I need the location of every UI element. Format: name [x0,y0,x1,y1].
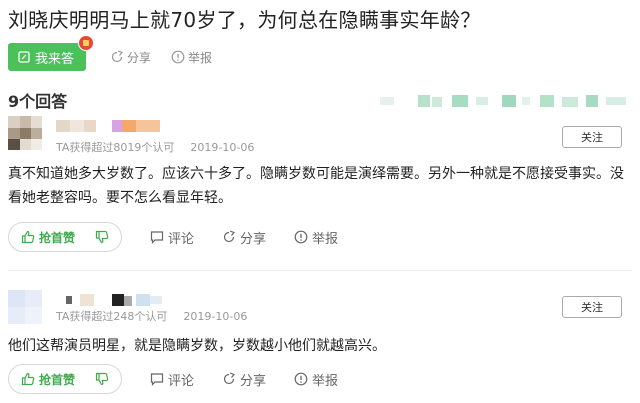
comment-label: 评论 [168,231,195,247]
report-icon [171,50,185,64]
answers-count: 9个回答 [8,92,68,111]
red-packet-icon [78,35,94,51]
answer-content: 真不知道她多大岁数了。应该六十多了。隐瞒岁数可能是演绎需要。另外一种就是不愿接受… [8,166,624,206]
mosaic-strip [380,92,630,107]
thumb-down-icon[interactable] [95,230,109,244]
first-like-label[interactable]: 抢首赞 [39,371,75,388]
question-report-label: 举报 [188,50,213,65]
comment-icon [150,372,164,386]
answer-content: 他们这帮演员明星，就是隐瞒岁数，岁数越小他们就越高兴。 [8,338,386,354]
share-label: 分享 [240,231,267,247]
pen-icon [18,51,30,63]
author-credit: TA获得超过248个认可 [56,310,168,323]
report-button[interactable]: 举报 [294,370,338,389]
answer-meta: TA获得超过248个认可 2019-10-06 [56,308,247,324]
thumb-down-icon[interactable] [95,372,109,386]
answer-date: 2019-10-06 [183,310,248,323]
question-title: 刘晓庆明明马上就70岁了，为何总在隐瞒事实年龄？ [8,8,481,32]
answer-date: 2019-10-06 [190,141,255,154]
question-share-link[interactable]: 分享 [110,49,151,66]
question-actions: 我来答 分享 举报 [8,35,212,71]
author-credit: TA获得超过8019个认可 [56,141,175,154]
report-icon [294,230,308,244]
answer-actions: 抢首赞 评论 分享 举报 [8,364,338,394]
answer-meta: TA获得超过8019个认可 2019-10-06 [56,139,254,155]
report-label: 举报 [312,231,339,247]
username-mosaic [56,117,160,132]
share-icon [110,50,124,64]
follow-button[interactable]: 关注 [562,296,622,318]
comment-button[interactable]: 评论 [150,370,194,389]
answer-button[interactable]: 我来答 [8,35,94,71]
thumb-up-icon[interactable] [21,230,35,244]
question-report-link[interactable]: 举报 [171,49,212,66]
share-icon [222,230,236,244]
follow-button[interactable]: 关注 [562,126,622,148]
username-mosaic [56,291,164,306]
thumb-up-icon[interactable] [21,372,35,386]
report-icon [294,372,308,386]
question-share-label: 分享 [127,50,152,65]
like-box: 抢首赞 [8,364,122,394]
first-like-label[interactable]: 抢首赞 [39,229,75,246]
answer-actions: 抢首赞 评论 分享 举报 [8,222,338,252]
comment-icon [150,230,164,244]
comment-label: 评论 [168,373,195,389]
report-button[interactable]: 举报 [294,228,338,247]
divider [8,270,632,271]
like-box: 抢首赞 [8,222,122,252]
comment-button[interactable]: 评论 [150,228,194,247]
share-label: 分享 [240,373,267,389]
avatar[interactable] [8,116,42,150]
share-icon [222,372,236,386]
share-button[interactable]: 分享 [222,228,266,247]
avatar[interactable] [8,290,42,324]
answer-button-label: 我来答 [35,51,75,67]
report-label: 举报 [312,373,339,389]
share-button[interactable]: 分享 [222,370,266,389]
